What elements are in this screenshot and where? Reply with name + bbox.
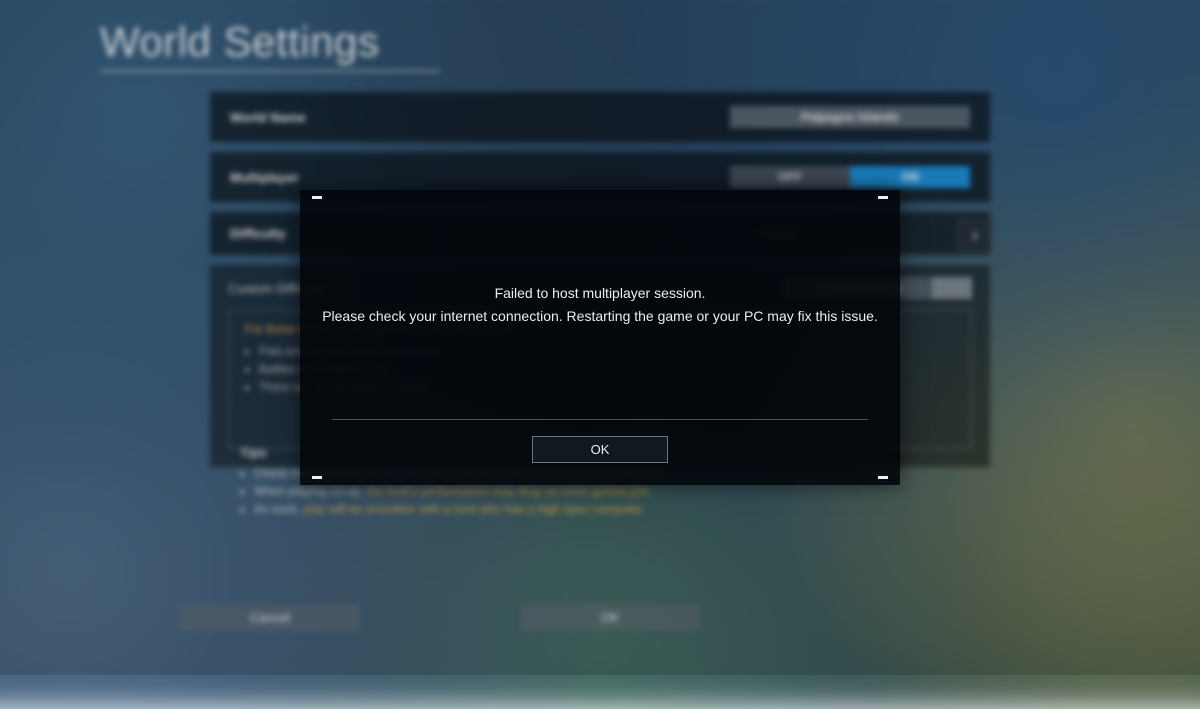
error-dialog: Failed to host multiplayer session. Plea… — [300, 190, 900, 485]
dialog-divider — [332, 419, 868, 420]
error-dialog-message: Failed to host multiplayer session. Plea… — [300, 282, 900, 328]
corner-decoration-icon — [878, 196, 888, 199]
dialog-ok-button[interactable]: OK — [532, 436, 668, 463]
error-line-2: Please check your internet connection. R… — [320, 305, 880, 328]
error-line-1: Failed to host multiplayer session. — [320, 282, 880, 305]
corner-decoration-icon — [312, 196, 322, 199]
corner-decoration-icon — [878, 476, 888, 479]
corner-decoration-icon — [312, 476, 322, 479]
